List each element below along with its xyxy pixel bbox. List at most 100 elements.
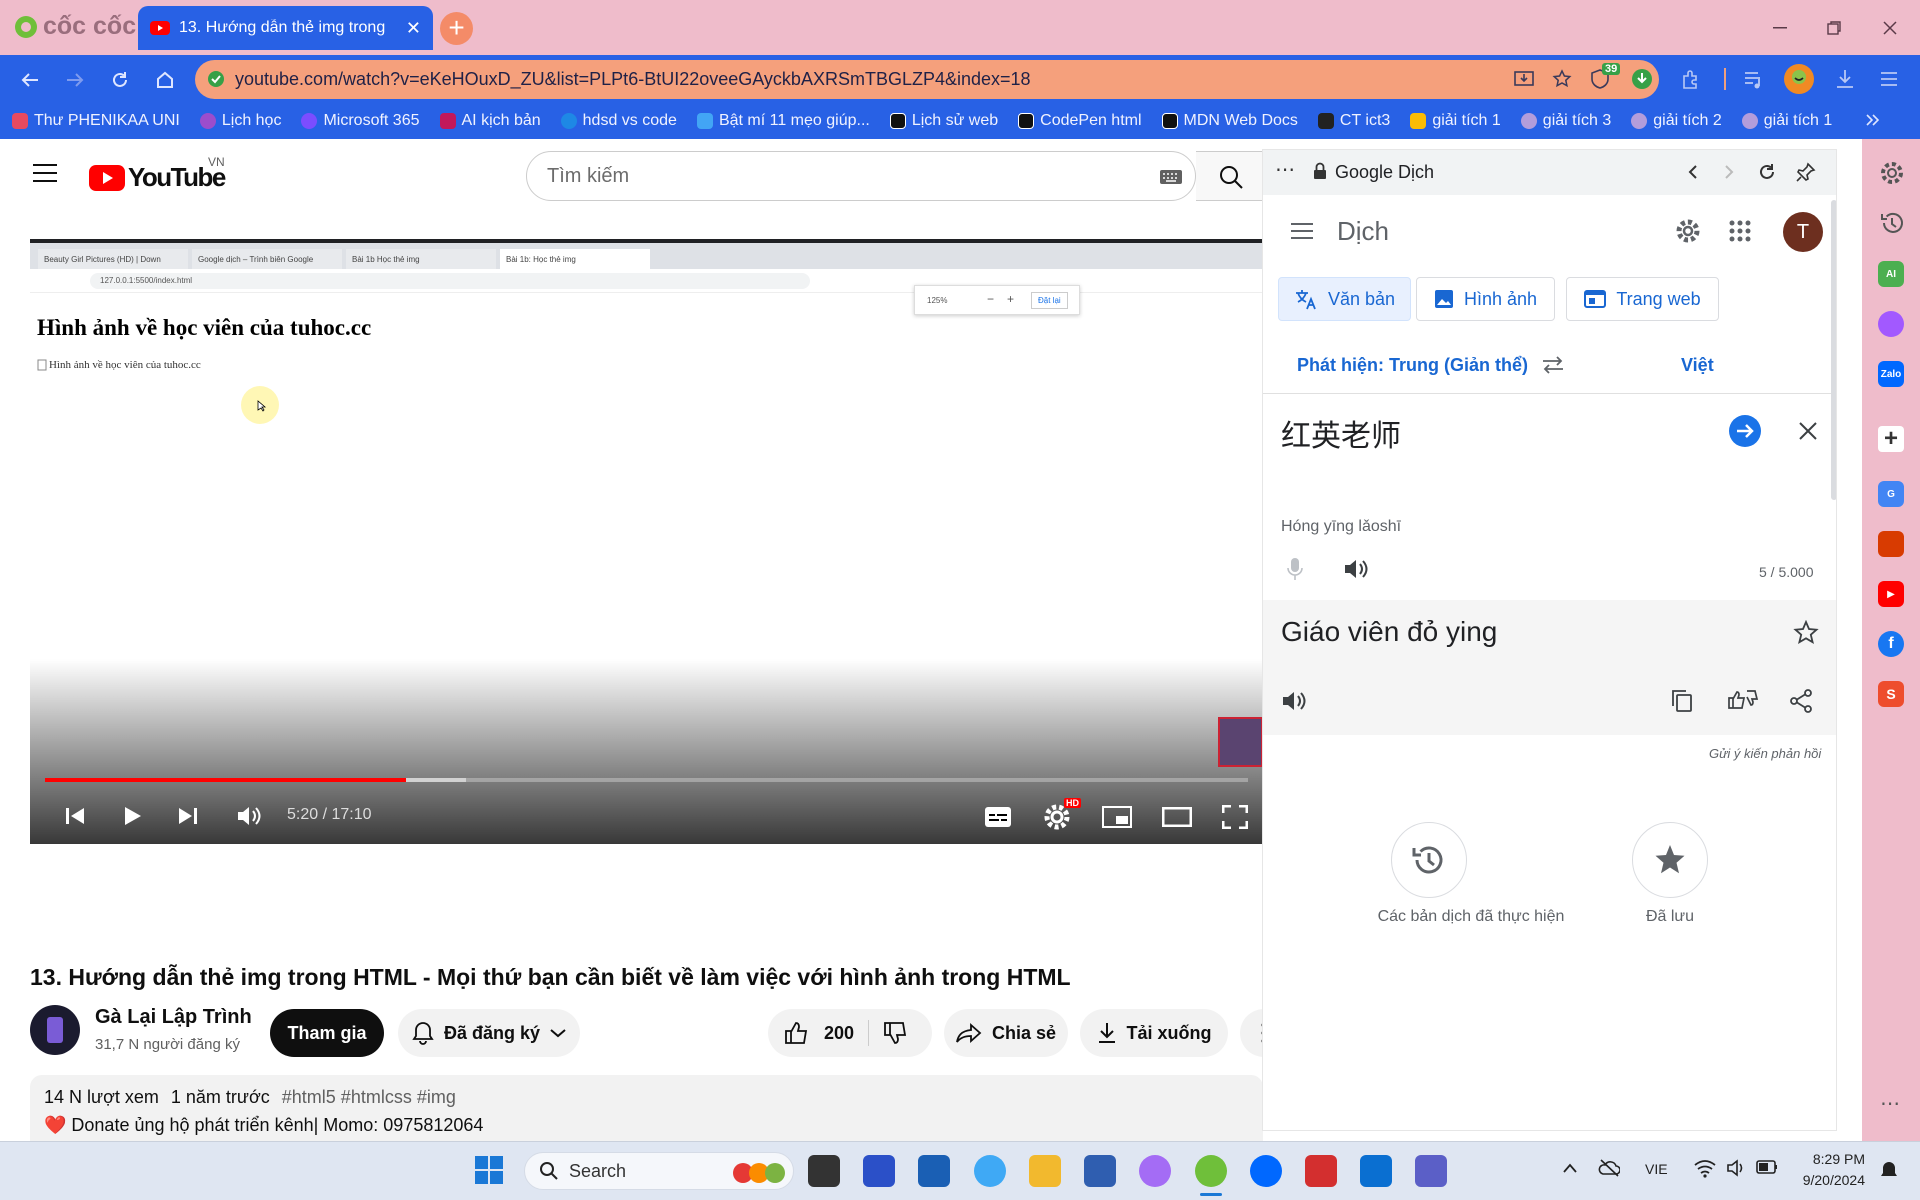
minimize-button[interactable] <box>1766 14 1794 42</box>
facebook-icon[interactable]: f <box>1878 631 1904 657</box>
previous-icon[interactable] <box>65 806 85 826</box>
tray-overflow-icon[interactable] <box>1562 1162 1578 1174</box>
wifi-icon[interactable] <box>1694 1158 1716 1178</box>
coccoc-taskbar-icon[interactable] <box>1195 1155 1227 1187</box>
reload-button[interactable] <box>106 66 134 94</box>
video-player[interactable]: Beauty Girl Pictures (HD) | Down Google … <box>30 239 1263 844</box>
join-button[interactable]: Tham gia <box>270 1009 384 1057</box>
bookmark-item[interactable]: giải tích 2 <box>1631 112 1722 130</box>
sidebar-history-icon[interactable] <box>1879 210 1905 236</box>
history-button[interactable] <box>1391 822 1467 898</box>
close-window-button[interactable] <box>1876 14 1904 42</box>
hamburger-menu-icon[interactable] <box>33 163 57 183</box>
bookmark-item[interactable]: CodePen html <box>1018 112 1142 130</box>
onedrive-icon[interactable] <box>1598 1158 1620 1178</box>
download-button[interactable]: Tải xuống <box>1080 1009 1228 1057</box>
theater-mode-icon[interactable] <box>1162 807 1192 827</box>
source-language[interactable]: Phát hiện: Trung (Giản thể) <box>1297 355 1528 376</box>
dislike-thumb-icon[interactable] <box>883 1021 909 1045</box>
bookmark-item[interactable]: CT ict3 <box>1317 112 1390 130</box>
tab-website[interactable]: Trang web <box>1566 277 1719 321</box>
channel-name[interactable]: Gà Lại Lập Trình <box>95 1006 252 1029</box>
channel-avatar[interactable] <box>30 1005 80 1055</box>
copy-icon[interactable] <box>1671 689 1693 713</box>
sidebar-more-icon[interactable]: ⋯ <box>1880 1091 1900 1116</box>
settings-icon[interactable] <box>1675 218 1701 244</box>
share-button[interactable]: Chia sẻ <box>944 1009 1068 1057</box>
more-bookmarks-icon[interactable] <box>1864 112 1880 128</box>
search-button[interactable] <box>1196 151 1263 201</box>
media-playlist-icon[interactable] <box>1743 68 1765 90</box>
panel-more-icon[interactable]: ⋯ <box>1275 157 1295 182</box>
install-app-icon[interactable] <box>1513 69 1535 89</box>
home-button[interactable] <box>151 66 179 94</box>
youtube-logo[interactable]: YouTube <box>89 162 226 193</box>
vscode-icon[interactable] <box>1360 1155 1392 1187</box>
volume-icon[interactable] <box>236 804 262 828</box>
bookmark-item[interactable]: hdsd vs code <box>560 112 677 130</box>
address-bar[interactable]: youtube.com/watch?v=eKeHOuxD_ZU&list=PLP… <box>195 60 1659 99</box>
translate-menu-icon[interactable] <box>1291 222 1315 240</box>
photos-app-icon[interactable] <box>974 1155 1006 1187</box>
save-translation-star-icon[interactable] <box>1793 620 1819 646</box>
taskbar-search[interactable]: Search <box>524 1152 794 1190</box>
wps-office-icon[interactable] <box>1305 1155 1337 1187</box>
panel-back-icon[interactable] <box>1687 163 1699 181</box>
bookmark-item[interactable]: AI kịch bản <box>439 112 541 130</box>
google-translate-icon[interactable]: G <box>1878 481 1904 507</box>
download-status-icon[interactable] <box>1631 68 1653 90</box>
notepad-icon[interactable] <box>1084 1155 1116 1187</box>
send-feedback-link[interactable]: Gửi ý kiến phản hồi <box>1709 746 1821 761</box>
rate-translation-icon[interactable] <box>1727 689 1759 715</box>
apps-grid-icon[interactable] <box>1729 220 1751 242</box>
description-box[interactable]: 14 N lượt xem 1 năm trước #html5 #htmlcs… <box>30 1075 1263 1141</box>
clock-date[interactable]: 9/20/2024 <box>1780 1172 1865 1188</box>
input-language[interactable]: VIE <box>1645 1161 1668 1177</box>
share-translation-icon[interactable] <box>1789 689 1813 713</box>
subscribed-button[interactable]: Đã đăng ký <box>398 1009 580 1057</box>
bookmark-item[interactable]: Microsoft 365 <box>301 112 420 130</box>
listen-translation-icon[interactable] <box>1281 690 1307 712</box>
panel-forward-icon[interactable] <box>1723 163 1735 181</box>
saved-button[interactable] <box>1632 822 1708 898</box>
fullscreen-icon[interactable] <box>1222 805 1248 829</box>
swap-languages-icon[interactable] <box>1541 355 1565 375</box>
youtube-icon[interactable]: ▶ <box>1878 581 1904 607</box>
listen-source-icon[interactable] <box>1343 558 1369 580</box>
speaker-icon[interactable] <box>1726 1158 1746 1178</box>
source-text[interactable]: 红英老师 <box>1281 411 1401 455</box>
extensions-puzzle-icon[interactable] <box>1680 68 1702 90</box>
shopee-icon[interactable]: S <box>1878 681 1904 707</box>
translation-result[interactable]: Giáo viên đỏ ying <box>1281 616 1497 648</box>
ai-app-icon[interactable]: AI <box>1878 261 1904 287</box>
zalo-taskbar-icon[interactable] <box>1250 1155 1282 1187</box>
downloads-icon[interactable] <box>1834 68 1856 90</box>
teams-icon[interactable] <box>1415 1155 1447 1187</box>
zalo-icon[interactable]: Zalo <box>1878 361 1904 387</box>
next-icon[interactable] <box>178 806 198 826</box>
target-language[interactable]: Việt <box>1681 355 1714 376</box>
sidebar-add-icon[interactable]: + <box>1878 425 1904 452</box>
hashtags[interactable]: #html5 #htmlcss #img <box>282 1087 456 1108</box>
bookmark-item[interactable]: giải tích 1 <box>1410 112 1501 130</box>
subtitles-icon[interactable] <box>984 806 1012 828</box>
store-icon[interactable] <box>918 1155 950 1187</box>
more-actions-button[interactable] <box>1240 1009 1263 1057</box>
play-icon[interactable] <box>122 806 142 826</box>
bookmark-item[interactable]: Lịch sử web <box>889 112 998 130</box>
bookmark-item[interactable]: giải tích 3 <box>1520 112 1611 130</box>
copilot-icon[interactable] <box>1139 1155 1171 1187</box>
new-tab-button[interactable]: + <box>440 12 473 45</box>
profile-avatar-icon[interactable] <box>1783 63 1815 95</box>
keyboard-icon[interactable] <box>1159 169 1183 185</box>
mdn-app-icon[interactable] <box>863 1155 895 1187</box>
notification-bell-icon[interactable] <box>1880 1160 1898 1180</box>
office-icon[interactable] <box>1878 531 1904 557</box>
like-count[interactable]: 200 <box>824 1023 854 1044</box>
search-box[interactable]: Tìm kiếm <box>526 151 1196 201</box>
account-avatar[interactable]: T <box>1783 212 1823 252</box>
restore-button[interactable] <box>1820 14 1848 42</box>
windows-start-icon[interactable] <box>474 1155 504 1185</box>
like-thumb-icon[interactable] <box>784 1021 810 1045</box>
bookmark-item[interactable]: Thư PHENIKAA UNI <box>12 112 180 130</box>
